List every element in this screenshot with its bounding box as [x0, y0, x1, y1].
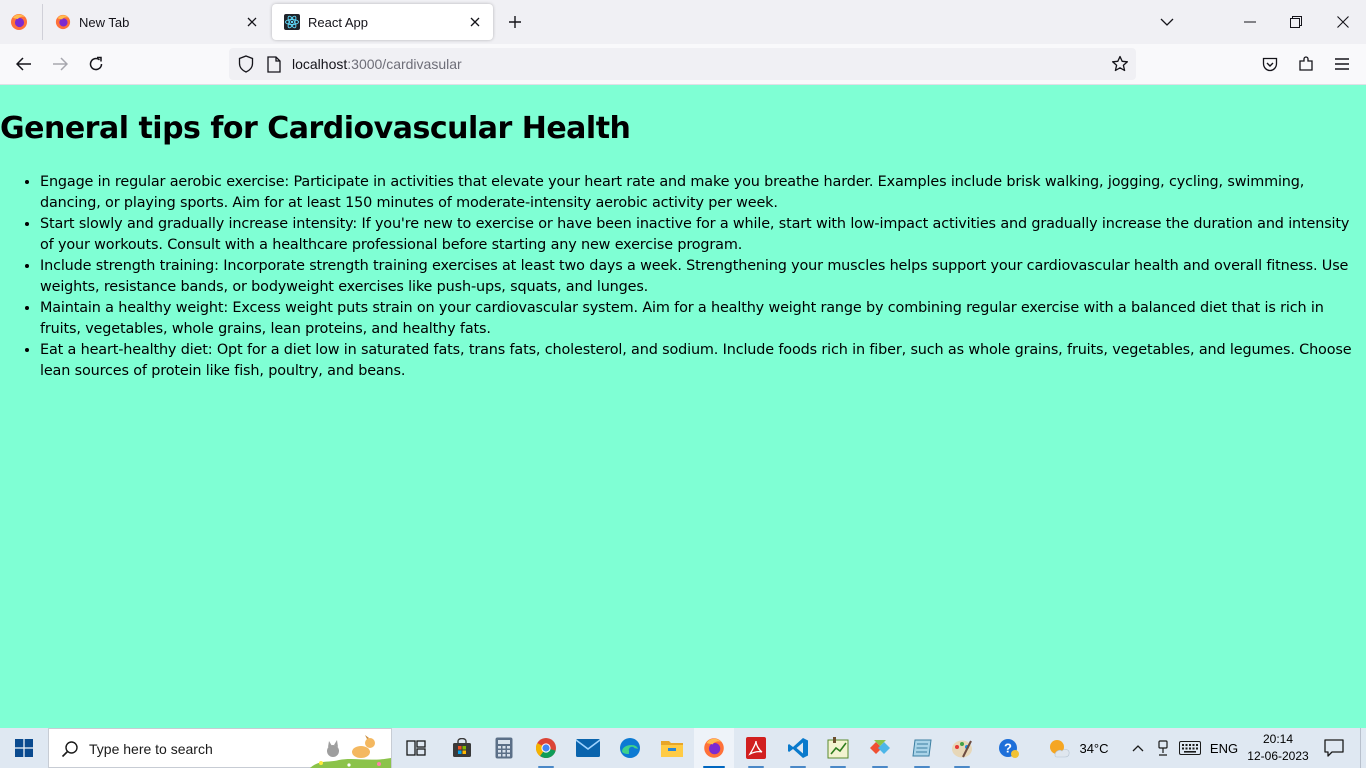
list-item: Engage in regular aerobic exercise: Part… — [40, 172, 1366, 214]
weather-temperature[interactable]: 34°C — [1076, 728, 1112, 768]
help-icon[interactable]: ? — [994, 728, 1024, 768]
tab-label: New Tab — [79, 14, 130, 30]
chrome-icon[interactable] — [526, 728, 566, 768]
reload-icon[interactable] — [82, 50, 110, 78]
search-placeholder: Type here to search — [89, 741, 213, 757]
show-desktop-button[interactable] — [1360, 728, 1366, 768]
extensions-icon[interactable] — [1292, 50, 1320, 78]
url-text[interactable]: localhost:3000/cardivasular — [292, 56, 462, 72]
forward-icon[interactable] — [46, 50, 74, 78]
notepad-icon[interactable] — [902, 728, 942, 768]
vscode-icon[interactable] — [778, 728, 818, 768]
restore-window-icon[interactable] — [1280, 6, 1312, 38]
back-icon[interactable] — [10, 50, 38, 78]
list-all-tabs-icon[interactable] — [1151, 6, 1183, 38]
taskbar-clock[interactable]: 20:14 12-06-2023 — [1244, 731, 1312, 765]
page-content: General tips for Cardiovascular Health E… — [0, 85, 1366, 728]
chart-app-icon[interactable] — [818, 728, 858, 768]
firefox-icon — [55, 14, 71, 30]
taskbar-search-box[interactable]: Type here to search — [48, 728, 392, 768]
close-window-icon[interactable] — [1327, 6, 1359, 38]
weather-icon[interactable] — [1044, 728, 1074, 768]
minimize-window-icon[interactable] — [1234, 6, 1266, 38]
tab-label: React App — [308, 14, 368, 30]
tab-react-app[interactable]: React App — [272, 4, 493, 40]
acrobat-icon[interactable] — [736, 728, 776, 768]
pocket-icon[interactable] — [1256, 50, 1284, 78]
close-tab-icon[interactable] — [240, 10, 264, 34]
calculator-icon[interactable] — [484, 728, 524, 768]
list-item: Start slowly and gradually increase inte… — [40, 214, 1366, 256]
taskbar: Type here to search ? 34°C ENG 20:14 12-… — [0, 728, 1366, 768]
notifications-icon[interactable] — [1318, 728, 1350, 768]
list-item: Include strength training: Incorporate s… — [40, 256, 1366, 298]
store-icon[interactable] — [442, 728, 482, 768]
app-menu-icon[interactable] — [1328, 50, 1356, 78]
tracking-protection-shield-icon[interactable] — [237, 55, 255, 73]
mail-icon[interactable] — [568, 728, 608, 768]
git-icon[interactable] — [860, 728, 900, 768]
touch-keyboard-icon[interactable] — [1176, 728, 1204, 768]
address-bar[interactable]: localhost:3000/cardivasular — [229, 48, 1136, 80]
svg-text:?: ? — [1004, 741, 1012, 756]
paint-icon[interactable] — [942, 728, 982, 768]
url-host: localhost — [292, 56, 348, 72]
search-highlight-illustration — [310, 735, 391, 768]
clock-date: 12-06-2023 — [1247, 749, 1309, 763]
task-view-icon[interactable] — [396, 728, 436, 768]
show-hidden-icons-icon[interactable] — [1128, 728, 1148, 768]
url-path: :3000/cardivasular — [347, 56, 462, 72]
network-icon[interactable] — [1152, 728, 1174, 768]
windows-start-icon[interactable] — [4, 728, 44, 768]
tips-list: Engage in regular aerobic exercise: Part… — [40, 172, 1366, 382]
new-tab-button[interactable] — [503, 10, 527, 34]
firefox-taskbar-icon[interactable] — [694, 728, 734, 768]
language-indicator[interactable]: ENG — [1208, 728, 1240, 768]
page-info-icon[interactable] — [265, 55, 283, 73]
search-icon — [61, 740, 79, 758]
tab-strip: New Tab React App — [0, 0, 1366, 44]
file-explorer-icon[interactable] — [652, 728, 692, 768]
list-item: Eat a heart-healthy diet: Opt for a diet… — [40, 340, 1366, 382]
react-icon — [284, 14, 300, 30]
list-item: Maintain a healthy weight: Excess weight… — [40, 298, 1366, 340]
bookmark-star-icon[interactable] — [1110, 54, 1130, 74]
tab-new-tab[interactable]: New Tab — [42, 4, 270, 40]
navigation-toolbar: localhost:3000/cardivasular — [0, 44, 1366, 85]
edge-icon[interactable] — [610, 728, 650, 768]
close-tab-icon[interactable] — [463, 10, 487, 34]
clock-time: 20:14 — [1262, 732, 1294, 746]
page-title: General tips for Cardiovascular Health — [0, 111, 631, 146]
firefox-menu-icon[interactable] — [8, 11, 30, 33]
